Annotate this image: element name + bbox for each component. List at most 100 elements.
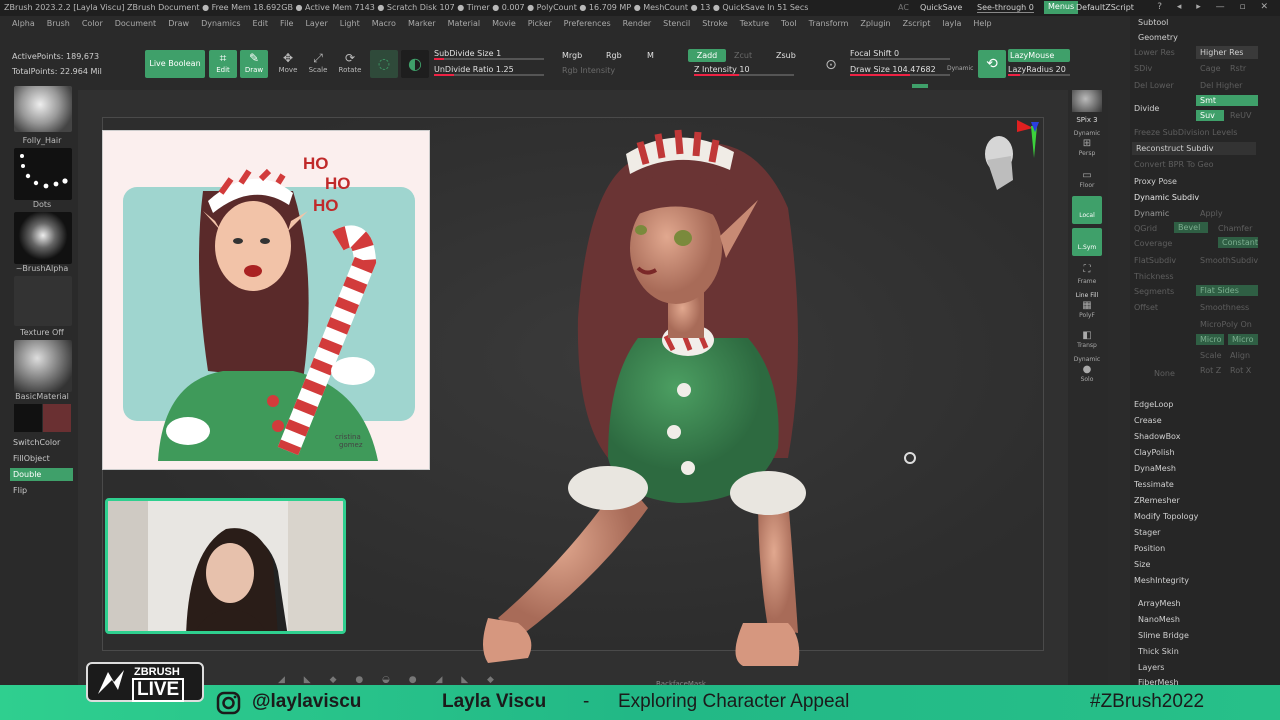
menu-dynamics[interactable]: Dynamics — [201, 16, 240, 28]
menu-layla[interactable]: layla — [942, 16, 961, 28]
main-color-swatch[interactable] — [43, 404, 71, 432]
polyf-icon[interactable]: ▦ — [1072, 300, 1102, 311]
draw-size-slider[interactable]: Draw Size 104.47682 — [850, 65, 950, 76]
crease-menu[interactable]: Crease — [1134, 416, 1162, 425]
z-intensity-slider[interactable]: Z Intensity 10 — [694, 65, 794, 76]
menu-material[interactable]: Material — [448, 16, 481, 28]
shadowbox-menu[interactable]: ShadowBox — [1134, 432, 1180, 441]
menu-zscript[interactable]: Zscript — [903, 16, 931, 28]
secondary-color-swatch[interactable] — [14, 404, 42, 432]
reuv-button[interactable]: ReUV — [1230, 111, 1251, 120]
menu-tool[interactable]: Tool — [781, 16, 797, 28]
offset-slider[interactable]: Offset — [1134, 303, 1158, 312]
brush-icon-strip[interactable]: ◢ ◣ ◆ ● ◒ ● ◢ ◣ ◆ — [278, 675, 678, 685]
subtool-header[interactable]: Subtool — [1138, 18, 1168, 27]
dynamic-toggle[interactable]: Dynamic — [1134, 209, 1169, 218]
menu-edit[interactable]: Edit — [253, 16, 269, 28]
convert-bpr-button[interactable]: Convert BPR To Geo — [1134, 160, 1214, 169]
freeze-subdiv-button[interactable]: Freeze SubDivision Levels — [1134, 128, 1237, 137]
persp-icon[interactable]: ⊞ — [1072, 138, 1102, 149]
align-slider[interactable]: Align — [1230, 351, 1250, 360]
lazymouse-button[interactable]: LazyMouse — [1008, 49, 1070, 62]
floor-icon[interactable]: ▭ — [1072, 170, 1102, 181]
micro-button-a[interactable]: Micro — [1196, 334, 1224, 345]
menu-help[interactable]: Help — [973, 16, 991, 28]
smt-toggle[interactable]: Smt — [1196, 95, 1258, 106]
local-button[interactable]: Local — [1072, 196, 1102, 224]
layers-menu[interactable]: Layers — [1138, 663, 1164, 672]
micropoly-on-toggle[interactable]: MicroPoly On — [1200, 320, 1252, 329]
window-controls[interactable]: ? ◂ ▸ — ▫ ✕ — [1157, 2, 1274, 12]
mrgb-button[interactable]: Mrgb — [562, 51, 582, 60]
rot-z-slider[interactable]: Rot Z — [1200, 366, 1221, 375]
slime-bridge-menu[interactable]: Slime Bridge — [1138, 631, 1189, 640]
arraymesh-menu[interactable]: ArrayMesh — [1138, 599, 1181, 608]
scale-slider[interactable]: Scale — [1200, 351, 1222, 360]
rot-x-slider[interactable]: Rot X — [1230, 366, 1251, 375]
edit-button[interactable]: ⌗ Edit — [209, 50, 237, 78]
spix-label[interactable]: SPix 3 — [1072, 116, 1102, 124]
dynamic-persp-label[interactable]: Dynamic — [1072, 130, 1102, 137]
reconstruct-subdiv-button[interactable]: Reconstruct Subdiv — [1132, 142, 1256, 155]
menu-document[interactable]: Document — [115, 16, 156, 28]
quicksave-button[interactable]: QuickSave — [920, 3, 962, 12]
smoothsubdiv-slider[interactable]: SmoothSubdiv — [1200, 256, 1258, 265]
menus-button[interactable]: Menus — [1044, 1, 1079, 14]
thick-skin-menu[interactable]: Thick Skin — [1138, 647, 1179, 656]
gizmo-button[interactable]: ◐ — [401, 50, 429, 78]
material-thumbnail[interactable] — [14, 340, 72, 392]
menu-transform[interactable]: Transform — [809, 16, 849, 28]
flatsubdiv-slider[interactable]: FlatSubdiv — [1134, 256, 1176, 265]
frame-icon[interactable]: ⛶ — [1072, 264, 1102, 275]
micro-button-b[interactable]: Micro — [1228, 334, 1258, 345]
constant-toggle[interactable]: Constant — [1218, 237, 1258, 248]
m-button[interactable]: M — [647, 51, 654, 60]
double-button[interactable]: Double — [10, 468, 73, 481]
menu-stencil[interactable]: Stencil — [663, 16, 690, 28]
lsym-button[interactable]: L.Sym — [1072, 228, 1102, 256]
brush-thumbnail[interactable] — [14, 86, 72, 132]
navigation-cube-head[interactable] — [973, 120, 1043, 200]
draw-button[interactable]: ✎ Draw — [240, 50, 268, 78]
coverage-slider[interactable]: Coverage — [1134, 239, 1172, 248]
menu-zplugin[interactable]: Zplugin — [860, 16, 890, 28]
menu-picker[interactable]: Picker — [528, 16, 552, 28]
divide-button[interactable]: Divide — [1134, 104, 1159, 113]
see-through-slider[interactable]: See-through 0 — [977, 3, 1034, 13]
menu-stroke[interactable]: Stroke — [702, 16, 728, 28]
menu-layer[interactable]: Layer — [305, 16, 327, 28]
scale-button[interactable]: ⤢ Scale — [304, 50, 332, 78]
size-menu[interactable]: Size — [1134, 560, 1150, 569]
smoothness-slider[interactable]: Smoothness — [1200, 303, 1249, 312]
segments-slider[interactable]: Segments — [1134, 287, 1174, 296]
higher-res-button[interactable]: Higher Res — [1196, 46, 1258, 59]
default-zscript-button[interactable]: DefaultZScript — [1076, 3, 1134, 12]
menu-preferences[interactable]: Preferences — [564, 16, 611, 28]
solo-icon[interactable]: ● — [1072, 364, 1102, 375]
thickness-slider[interactable]: Thickness — [1134, 272, 1174, 281]
suv-toggle[interactable]: Suv — [1196, 110, 1224, 121]
menu-light[interactable]: Light — [340, 16, 360, 28]
flat-sides-toggle[interactable]: Flat Sides — [1196, 285, 1258, 296]
live-boolean-button[interactable]: Live Boolean — [145, 50, 205, 78]
switch-color-button[interactable]: SwitchColor — [10, 436, 73, 449]
zadd-button[interactable]: Zadd — [688, 49, 726, 62]
flip-button[interactable]: Flip — [10, 484, 73, 497]
menu-file[interactable]: File — [280, 16, 293, 28]
meshintegrity-menu[interactable]: MeshIntegrity — [1134, 576, 1189, 585]
qgrid-slider[interactable]: QGrid — [1134, 224, 1157, 233]
viewport-canvas[interactable]: HO HO HO cristina gomez ◢ ◣ ◆ ● ◒ ● ◢ ◣ … — [78, 90, 1068, 688]
del-lower-button[interactable]: Del Lower — [1134, 81, 1174, 90]
cage-button[interactable]: Cage — [1200, 64, 1221, 73]
stager-menu[interactable]: Stager — [1134, 528, 1160, 537]
modify-topology-menu[interactable]: Modify Topology — [1134, 512, 1198, 521]
claypolish-menu[interactable]: ClayPolish — [1134, 448, 1175, 457]
sculptris-pro-button[interactable]: ◌ — [370, 50, 398, 78]
lower-res-button[interactable]: Lower Res — [1134, 48, 1175, 57]
chamfer-toggle[interactable]: Chamfer — [1218, 224, 1252, 233]
focal-shift-slider[interactable]: Focal Shift 0 — [850, 49, 950, 60]
proxy-pose-header[interactable]: Proxy Pose — [1134, 177, 1177, 186]
lazymouse-icon[interactable]: ⟲ — [978, 50, 1006, 78]
bevel-toggle[interactable]: Bevel — [1174, 222, 1208, 233]
dynamic-toggle[interactable]: Dynamic — [947, 65, 973, 72]
